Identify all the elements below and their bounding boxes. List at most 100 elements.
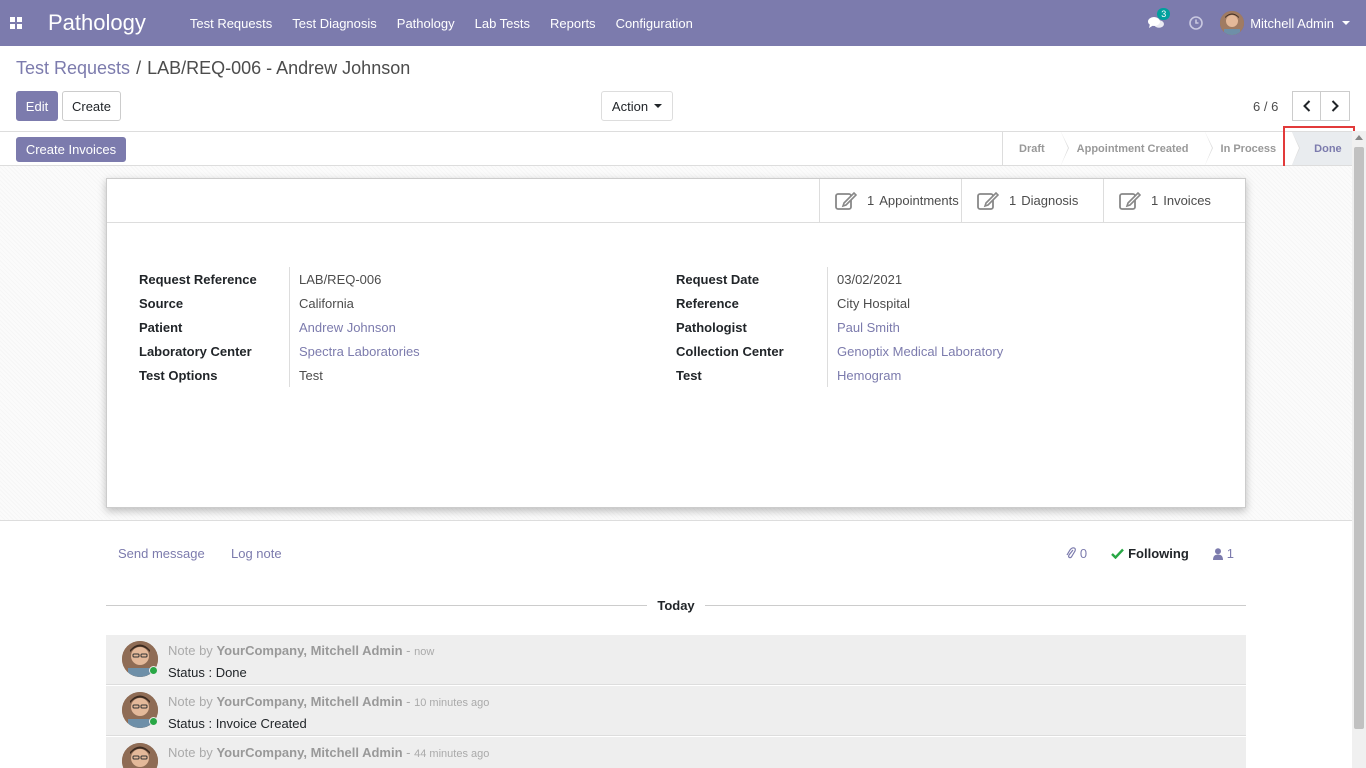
user-icon bbox=[1212, 547, 1223, 560]
chatter-message: Note by YourCompany, Mitchell Admin - 44… bbox=[106, 737, 1246, 768]
user-menu[interactable]: Mitchell Admin bbox=[1220, 11, 1350, 35]
breadcrumb-current: LAB/REQ-006 - Andrew Johnson bbox=[147, 58, 411, 78]
menu-item-pathology[interactable]: Pathology bbox=[387, 0, 465, 46]
menu-item-reports[interactable]: Reports bbox=[540, 0, 606, 46]
chevron-down-icon bbox=[1342, 21, 1350, 25]
chatter-actions: 0 Following 1 bbox=[1042, 546, 1234, 561]
field-label: Patient bbox=[139, 319, 183, 335]
menu-item-configuration[interactable]: Configuration bbox=[606, 0, 703, 46]
activity-menu[interactable] bbox=[1176, 16, 1216, 30]
followers-count: 1 bbox=[1226, 546, 1234, 561]
message-prefix: Note by bbox=[168, 694, 213, 709]
user-avatar bbox=[1220, 11, 1245, 35]
request-date-value: 03/02/2021 bbox=[827, 267, 1157, 291]
message-time: 10 minutes ago bbox=[414, 697, 490, 709]
field-label: Reference bbox=[676, 295, 739, 311]
chatter-message: Note by YourCompany, Mitchell Admin - 10… bbox=[106, 686, 1246, 736]
chatter-message: Note by YourCompany, Mitchell Admin - no… bbox=[106, 635, 1246, 685]
main-menu: Test Requests Test Diagnosis Pathology L… bbox=[180, 0, 703, 46]
app-title[interactable]: Pathology bbox=[48, 10, 146, 36]
breadcrumb-separator: / bbox=[136, 58, 142, 78]
field-row: Test Hemogram bbox=[676, 363, 1157, 387]
edit-button[interactable]: Edit bbox=[16, 91, 58, 121]
message-body: Status : Done bbox=[168, 665, 247, 680]
create-invoices-button[interactable]: Create Invoices bbox=[16, 137, 126, 162]
chevron-left-icon bbox=[1302, 100, 1310, 112]
field-label: Test bbox=[676, 367, 702, 383]
avatar[interactable] bbox=[122, 743, 158, 768]
message-prefix: Note by bbox=[168, 745, 213, 760]
appointments-smart-button[interactable]: 1 Appointments bbox=[819, 179, 961, 222]
field-row: Source California bbox=[139, 291, 619, 315]
divider bbox=[107, 222, 1245, 223]
scrollbar[interactable] bbox=[1352, 131, 1366, 768]
create-button[interactable]: Create bbox=[62, 91, 121, 121]
appointments-count: 1 bbox=[867, 193, 875, 208]
online-status-icon bbox=[149, 666, 158, 675]
apps-menu-icon[interactable] bbox=[0, 0, 32, 46]
following-label: Following bbox=[1128, 546, 1189, 561]
pager-next-button[interactable] bbox=[1321, 91, 1350, 121]
clock-icon bbox=[1189, 16, 1203, 30]
laboratory-center-link[interactable]: Spectra Laboratories bbox=[289, 339, 619, 363]
date-separator: Today bbox=[106, 596, 1247, 614]
message-prefix: Note by bbox=[168, 643, 213, 658]
stage-appointment-created[interactable]: Appointment Created bbox=[1061, 132, 1213, 165]
action-label: Action bbox=[611, 98, 649, 114]
action-dropdown-button[interactable]: Action bbox=[601, 91, 673, 121]
field-row: Collection Center Genoptix Medical Labor… bbox=[676, 339, 1157, 363]
diagnosis-smart-button[interactable]: 1 Diagnosis bbox=[961, 179, 1103, 222]
message-header: Note by YourCompany, Mitchell Admin - 10… bbox=[168, 694, 489, 709]
stage-in-process[interactable]: In Process bbox=[1205, 132, 1300, 165]
invoices-smart-button[interactable]: 1 Invoices bbox=[1103, 179, 1245, 222]
diagnosis-count: 1 bbox=[1009, 193, 1017, 208]
menu-item-lab-tests[interactable]: Lab Tests bbox=[465, 0, 540, 46]
attachments-button[interactable]: 0 bbox=[1066, 546, 1087, 561]
form-statusbar: Create Invoices Draft Appointment Create… bbox=[0, 131, 1366, 166]
appointments-label: Appointments bbox=[879, 193, 959, 208]
field-group-right: Request Date 03/02/2021 Reference City H… bbox=[676, 267, 1157, 387]
field-row: Request Date 03/02/2021 bbox=[676, 267, 1157, 291]
date-label: Today bbox=[657, 597, 695, 613]
field-row: Test Options Test bbox=[139, 363, 619, 387]
edit-icon bbox=[1119, 191, 1141, 210]
field-row: Patient Andrew Johnson bbox=[139, 315, 619, 339]
scroll-up-arrow-icon[interactable] bbox=[1355, 135, 1363, 140]
message-dash: - bbox=[406, 745, 411, 760]
divider bbox=[704, 604, 1247, 606]
field-group-left: Request Reference LAB/REQ-006 Source Cal… bbox=[139, 267, 619, 387]
menu-item-test-diagnosis[interactable]: Test Diagnosis bbox=[282, 0, 387, 46]
log-note-button[interactable]: Log note bbox=[231, 546, 282, 561]
collection-center-link[interactable]: Genoptix Medical Laboratory bbox=[827, 339, 1157, 363]
field-label: Pathologist bbox=[676, 319, 747, 335]
reference-value: City Hospital bbox=[827, 291, 1157, 315]
pager-value[interactable]: 6 / 6 bbox=[1253, 99, 1278, 114]
pager-buttons bbox=[1292, 91, 1350, 121]
field-label: Laboratory Center bbox=[139, 343, 252, 359]
breadcrumb: Test Requests / LAB/REQ-006 - Andrew Joh… bbox=[16, 58, 410, 79]
following-button[interactable]: Following bbox=[1111, 546, 1189, 561]
test-options-value: Test bbox=[289, 363, 619, 387]
field-row: Request Reference LAB/REQ-006 bbox=[139, 267, 619, 291]
field-label: Collection Center bbox=[676, 343, 784, 359]
stage-draft[interactable]: Draft bbox=[1003, 132, 1069, 165]
message-body: Status : Invoice Created bbox=[168, 716, 307, 731]
field-label: Request Date bbox=[676, 271, 760, 287]
chevron-down-icon bbox=[654, 104, 663, 108]
message-author: YourCompany, Mitchell Admin bbox=[216, 694, 403, 709]
field-row: Laboratory Center Spectra Laboratories bbox=[139, 339, 619, 363]
menu-item-test-requests[interactable]: Test Requests bbox=[180, 0, 282, 46]
messaging-menu[interactable]: 3 bbox=[1136, 8, 1176, 30]
message-header: Note by YourCompany, Mitchell Admin - no… bbox=[168, 643, 434, 658]
breadcrumb-parent[interactable]: Test Requests bbox=[16, 58, 130, 79]
pager-previous-button[interactable] bbox=[1292, 91, 1321, 121]
scrollbar-thumb[interactable] bbox=[1354, 147, 1364, 729]
patient-link[interactable]: Andrew Johnson bbox=[289, 315, 619, 339]
send-message-button[interactable]: Send message bbox=[118, 546, 205, 561]
field-label: Request Reference bbox=[139, 271, 257, 287]
test-link[interactable]: Hemogram bbox=[827, 363, 1157, 387]
message-author: YourCompany, Mitchell Admin bbox=[216, 745, 403, 760]
followers-button[interactable]: 1 bbox=[1212, 546, 1234, 561]
pathologist-link[interactable]: Paul Smith bbox=[827, 315, 1157, 339]
chevron-right-icon bbox=[1331, 100, 1339, 112]
